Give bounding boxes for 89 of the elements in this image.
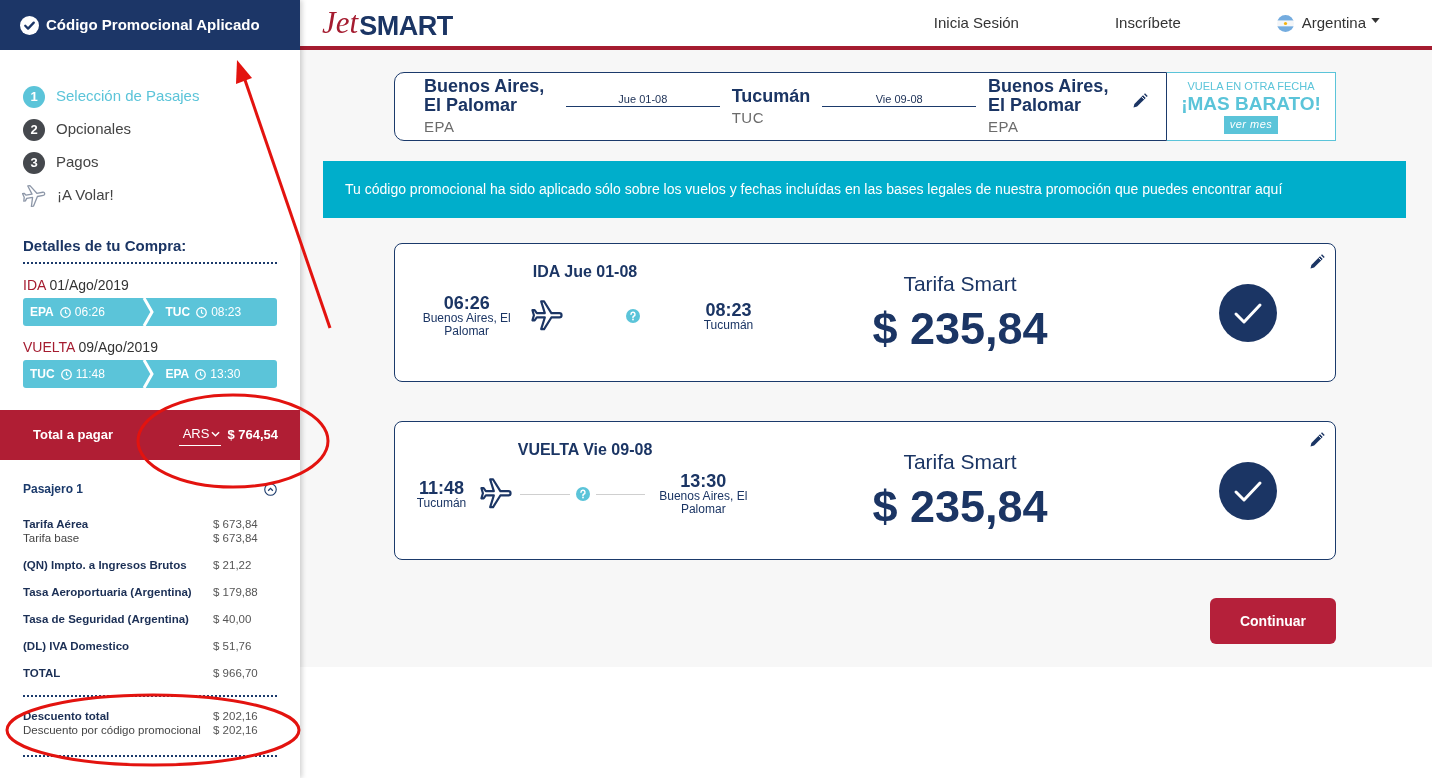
continue-button[interactable]: Continuar <box>1210 598 1336 644</box>
time-text: 08:23 <box>211 304 242 321</box>
charge-label: Tasa Aeroportuaria (Argentina) <box>23 585 193 599</box>
fare-name: Tarifa Smart <box>903 448 1017 475</box>
trip-heading: IDA 01/Ago/2019 <box>23 276 129 294</box>
step-number: 1 <box>23 85 45 108</box>
edit-icon[interactable] <box>1309 432 1325 448</box>
airport-code: TUC <box>165 304 191 321</box>
date-label: Jue 01-08 <box>618 92 668 106</box>
check-circle-icon[interactable] <box>1219 283 1277 342</box>
edit-icon[interactable] <box>1132 92 1148 109</box>
airport-code: TUC <box>30 366 55 383</box>
charge-amount: $ 21,22 <box>213 558 253 572</box>
section-title: Detalles de tu Compra: <box>23 237 187 254</box>
chevron-down-icon <box>211 430 221 437</box>
trip-heading: VUELTA 09/Ago/2019 <box>23 338 158 356</box>
country-select[interactable]: Argentina <box>1276 11 1380 35</box>
charge-label: Tasa de Seguridad (Argentina) <box>23 612 190 626</box>
flight-title: IDA Jue 01-08 <box>532 262 638 282</box>
clock-icon <box>60 368 72 380</box>
time-text: 11:48 <box>75 366 105 383</box>
city-name: Tucumán <box>416 496 467 510</box>
city-name: Buenos Aires, El Palomar <box>421 312 512 338</box>
charge-label: Tarifa base <box>23 531 81 545</box>
currency-select[interactable]: ARS <box>178 423 222 447</box>
fare-price: $ 235,84 <box>872 480 1048 533</box>
promo-headline: ¡MAS BARATO! <box>1181 92 1321 114</box>
charge-amount: $ 673,84 <box>213 531 259 545</box>
arrival-time: 13:30 <box>680 472 727 490</box>
airport-code: EPA <box>424 118 456 136</box>
airplane-icon <box>22 183 46 208</box>
airport-code: EPA <box>165 366 190 383</box>
header-title: Código Promocional Aplicado <box>46 14 260 35</box>
charge-amount: $ 202,16 <box>213 709 259 723</box>
airplane-icon <box>530 300 563 332</box>
clock-icon <box>195 368 207 380</box>
caret-down-icon <box>1371 18 1380 23</box>
total-amount: $ 764,54 <box>227 426 278 445</box>
check-circle-icon <box>20 15 39 35</box>
fare-name: Tarifa Smart <box>903 270 1017 297</box>
nav-link[interactable]: Inicia Sesión <box>933 11 1019 35</box>
airplane-icon <box>480 478 513 510</box>
airport-code: EPA <box>30 304 54 321</box>
flag-icon <box>1276 14 1294 32</box>
chevron-icon <box>141 360 154 388</box>
charge-amount: $ 673,84 <box>213 517 259 531</box>
charge-label: (DL) IVA Domestico <box>23 639 131 653</box>
fare-price: $ 235,84 <box>872 302 1048 355</box>
departure-time: 06:26 <box>443 294 490 312</box>
charge-amount: $ 179,88 <box>213 585 259 599</box>
step-number: 3 <box>23 151 45 174</box>
charge-label: Descuento por código promocional <box>23 723 202 737</box>
logo[interactable]: JetSMART <box>322 7 453 39</box>
check-circle-icon[interactable] <box>1219 461 1277 520</box>
city-name: Buenos Aires, El Palomar <box>658 490 749 516</box>
step-label[interactable]: Pagos <box>56 151 99 174</box>
promo-kicker: VUELA EN OTRA FECHA <box>1187 79 1315 93</box>
flight-title: VUELTA Vie 09-08 <box>517 440 653 460</box>
passenger-title: Pasajero 1 <box>23 481 84 497</box>
airport-code: TUC <box>731 108 765 127</box>
charge-label: (QN) Impto. a Ingresos Brutos <box>23 558 188 572</box>
charge-label: TOTAL <box>23 666 62 680</box>
arrival-time: 08:23 <box>705 300 752 319</box>
collapse-icon[interactable] <box>264 482 277 496</box>
charge-amount: $ 40,00 <box>213 612 253 626</box>
time-text: 13:30 <box>210 366 241 383</box>
info-banner: Tu código promocional ha sido aplicado sólo sobre los vuelos y fechas incluídas en las bases legales de nuestra promoción que puedes encontrar aquí <box>323 161 1406 218</box>
nav-link[interactable]: Inscríbete <box>1114 11 1181 35</box>
step-label[interactable]: ¡A Volar! <box>57 184 114 207</box>
clock-icon <box>196 306 208 318</box>
charge-amount: $ 966,70 <box>213 666 259 680</box>
chevron-icon <box>141 298 154 326</box>
city-name: Buenos Aires, El Palomar <box>988 77 1110 115</box>
step-number: 2 <box>23 118 45 141</box>
charge-label: Tarifa Aérea <box>23 517 90 531</box>
charge-amount: $ 202,16 <box>213 723 259 737</box>
edit-icon[interactable] <box>1309 254 1325 270</box>
total-label: Total a pagar <box>33 426 113 445</box>
airport-code: EPA <box>988 118 1020 136</box>
city-name: Tucumán <box>731 86 811 106</box>
city-name: Buenos Aires, El Palomar <box>424 77 546 115</box>
departure-time: 11:48 <box>418 478 464 497</box>
charge-amount: $ 51,76 <box>213 639 253 653</box>
time-text: 06:26 <box>74 304 105 321</box>
charge-label: Descuento total <box>23 709 111 723</box>
clock-icon <box>59 306 71 318</box>
step-label[interactable]: Opcionales <box>56 118 132 141</box>
date-label: Vie 09-08 <box>875 92 923 106</box>
city-name: Tucumán <box>703 318 754 332</box>
